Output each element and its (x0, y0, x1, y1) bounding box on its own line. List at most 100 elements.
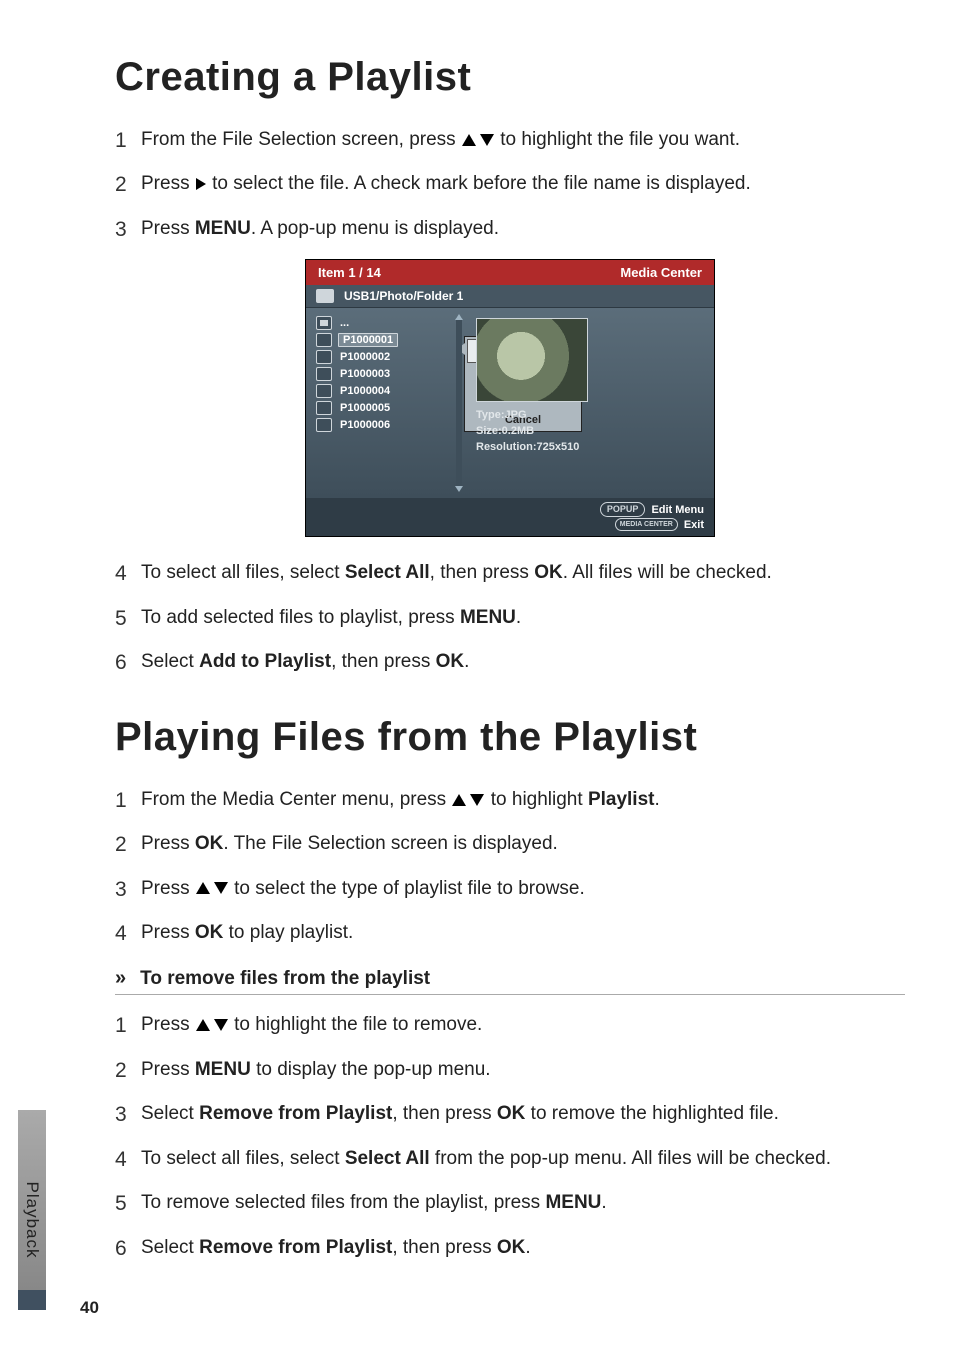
step-number: 4 (115, 1145, 141, 1175)
scrollbar[interactable] (456, 316, 462, 490)
mc-footer: POPUP Edit Menu MEDIA CENTER Exit (306, 498, 714, 536)
t: , then press (331, 651, 436, 672)
step-text: From the Media Center menu, press to hig… (141, 786, 905, 814)
list-item[interactable]: P1000003 (316, 367, 450, 381)
t: Select (141, 1237, 199, 1258)
media-center-figure: Item 1 / 14 Media Center USB1/Photo/Fold… (305, 259, 715, 537)
step-number: 2 (115, 1056, 141, 1086)
list-item[interactable]: P1000004 (316, 384, 450, 398)
t: MENU (195, 218, 251, 239)
step-number: 4 (115, 919, 141, 949)
step-text: Press to highlight the file to remove. (141, 1011, 905, 1039)
step-text: Press OK to play playlist. (141, 919, 905, 947)
t: MENU (195, 1059, 251, 1080)
list-label: ... (338, 317, 351, 329)
right-icon (195, 177, 207, 191)
t: . All files will be checked. (563, 562, 772, 583)
s2b-step-2: 2 Press MENU to display the pop-up menu. (115, 1056, 905, 1086)
t: OK (497, 1237, 526, 1258)
t: Remove from Playlist (199, 1103, 392, 1124)
media-center-button-hint: MEDIA CENTER (615, 518, 678, 531)
t: . A pop-up menu is displayed. (251, 218, 499, 239)
s2-step-2: 2 Press OK. The File Selection screen is… (115, 830, 905, 860)
t: Select All (345, 1148, 430, 1169)
t: To select all files, select (141, 562, 345, 583)
s2-step-3: 3 Press to select the type of playlist f… (115, 875, 905, 905)
s1-step-5: 5 To add selected files to playlist, pre… (115, 604, 905, 634)
step-number: 1 (115, 126, 141, 156)
image-icon (316, 333, 332, 347)
meta-resolution: Resolution:725x510 (476, 440, 579, 456)
t: Press (141, 878, 195, 899)
mc-file-list: ... P1000001 P1000002 P1000003 (306, 308, 456, 498)
t: Add to Playlist (199, 651, 331, 672)
media-center-window: Item 1 / 14 Media Center USB1/Photo/Fold… (305, 259, 715, 537)
step-text: Select Remove from Playlist, then press … (141, 1234, 905, 1262)
mc-titlebar: Item 1 / 14 Media Center (306, 260, 714, 285)
up-down-icon (461, 133, 495, 147)
list-item-up[interactable]: ... (316, 316, 450, 330)
t: . (654, 789, 659, 810)
list-label: P1000004 (338, 385, 392, 397)
preview-thumbnail (476, 318, 588, 402)
s2b-step-4: 4 To select all files, select Select All… (115, 1145, 905, 1175)
t: to select the file. A check mark before … (212, 173, 751, 194)
t: to remove the highlighted file. (525, 1103, 779, 1124)
t: Press (141, 1059, 195, 1080)
s1-step-1: 1 From the File Selection screen, press … (115, 126, 905, 156)
list-label: P1000005 (338, 402, 392, 414)
edit-menu-label: Edit Menu (651, 504, 704, 516)
exit-label: Exit (684, 519, 704, 531)
step-text: Press to select the type of playlist fil… (141, 875, 905, 903)
step-number: 3 (115, 875, 141, 905)
step-text: From the File Selection screen, press to… (141, 126, 905, 154)
s2b-step-5: 5 To remove selected files from the play… (115, 1189, 905, 1219)
t: OK (436, 651, 465, 672)
image-icon (316, 367, 332, 381)
mc-item-counter: Item 1 / 14 (318, 265, 381, 280)
t: to highlight (491, 789, 588, 810)
t: From the Media Center menu, press (141, 789, 451, 810)
list-label: P1000002 (338, 351, 392, 363)
t: OK (195, 833, 224, 854)
t: . The File Selection screen is displayed… (223, 833, 557, 854)
t: . (516, 607, 521, 628)
t: . (601, 1192, 606, 1213)
s2b-step-3: 3 Select Remove from Playlist, then pres… (115, 1100, 905, 1130)
page-number: 40 (80, 1298, 99, 1318)
up-down-icon (451, 793, 485, 807)
list-item[interactable]: P1000005 (316, 401, 450, 415)
t: . (525, 1237, 530, 1258)
popup-button-hint: POPUP (600, 502, 646, 517)
step-text: Press MENU. A pop-up menu is displayed. (141, 215, 905, 243)
list-item[interactable]: P1000001 (316, 333, 450, 347)
list-label: P1000001 (338, 333, 398, 347)
step-text: Press to select the file. A check mark b… (141, 170, 905, 198)
step-number: 5 (115, 604, 141, 634)
s2b-step-6: 6 Select Remove from Playlist, then pres… (115, 1234, 905, 1264)
t: MENU (460, 607, 516, 628)
mc-body: ... P1000001 P1000002 P1000003 (306, 308, 714, 498)
list-item[interactable]: P1000002 (316, 350, 450, 364)
mc-breadcrumb: USB1/Photo/Folder 1 (306, 285, 714, 308)
t: Select (141, 651, 199, 672)
t: To select all files, select (141, 1148, 345, 1169)
up-down-icon (195, 1018, 229, 1032)
t: . (464, 651, 469, 672)
step-number: 3 (115, 1100, 141, 1130)
t: Press (141, 922, 195, 943)
list-label: P1000003 (338, 368, 392, 380)
mc-preview-pane: Type:JPG Size:0.2MB Resolution:725x510 (456, 308, 714, 498)
t: to display the pop-up menu. (251, 1059, 491, 1080)
step-text: To select all files, select Select All f… (141, 1145, 905, 1173)
step-number: 3 (115, 215, 141, 245)
t: Press (141, 218, 195, 239)
list-item[interactable]: P1000006 (316, 418, 450, 432)
image-icon (316, 418, 332, 432)
t: Press (141, 1014, 195, 1035)
step-text: To select all files, select Select All, … (141, 559, 905, 587)
step-text: Select Add to Playlist, then press OK. (141, 648, 905, 676)
image-icon (316, 384, 332, 398)
meta-size: Size:0.2MB (476, 424, 579, 440)
step-text: Select Remove from Playlist, then press … (141, 1100, 905, 1128)
